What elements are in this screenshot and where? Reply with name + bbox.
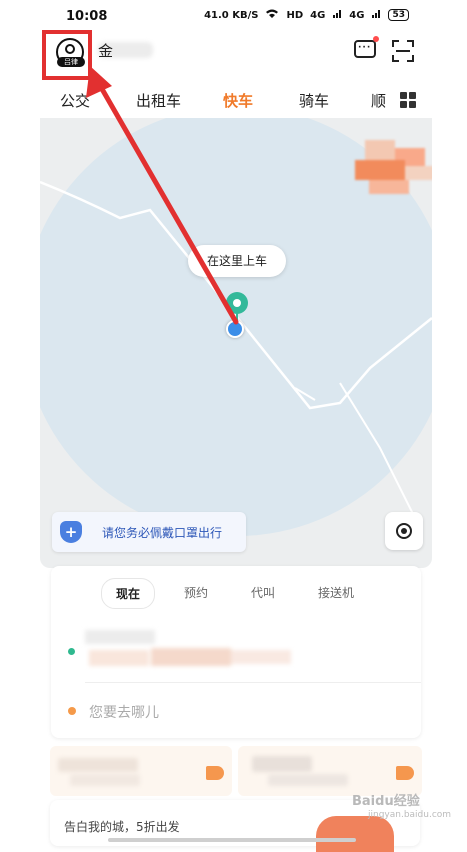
mask-notice-banner[interactable]: + 请您务必佩戴口罩出行: [52, 512, 246, 552]
start-location-field[interactable]: [85, 630, 305, 670]
promo-subtext-blur: [70, 774, 140, 786]
scan-icon[interactable]: [392, 40, 414, 62]
wifi-icon: [265, 8, 279, 22]
promo-card-right[interactable]: [238, 746, 422, 796]
promo-card-left[interactable]: [50, 746, 232, 796]
message-dots: ···: [358, 43, 372, 53]
tab-express[interactable]: 快车: [223, 90, 253, 111]
network-speed: 41.0 KB/S: [204, 9, 259, 21]
tab-carpool[interactable]: 顺: [371, 90, 386, 111]
status-bar: 10:08 41.0 KB/S HD 4G 4G 53: [0, 0, 467, 34]
start-point-icon: [68, 648, 75, 655]
tab-bike[interactable]: 骑车: [299, 90, 329, 111]
mode-reserve[interactable]: 预约: [184, 584, 208, 601]
field-divider: [85, 682, 421, 683]
tab-taxi[interactable]: 出租车: [136, 90, 181, 111]
pickup-pin-center: [233, 299, 241, 307]
destination-point-icon: [68, 707, 76, 715]
signal-4g-label: 4G: [310, 9, 326, 21]
signal-4g-label-2: 4G: [349, 9, 365, 21]
promo-subtext-blur: [268, 774, 348, 786]
tab-bus[interactable]: 公交: [60, 90, 90, 111]
status-time: 10:08: [66, 9, 108, 24]
booking-card: 现在 预约 代叫 接送机 您要去哪儿: [51, 566, 421, 738]
home-indicator[interactable]: [108, 838, 356, 842]
bottom-banner-image: [316, 816, 394, 852]
grid-menu-icon[interactable]: [400, 92, 416, 108]
signal-icon-2: [371, 9, 381, 22]
shield-icon: +: [60, 521, 82, 543]
locate-icon-core: [401, 528, 407, 534]
watermark-brand: Baidu经验: [352, 794, 420, 809]
service-tabs: 公交 出租车 快车 骑车 顺: [0, 84, 467, 118]
status-indicators: 41.0 KB/S HD 4G 4G 53: [204, 8, 409, 22]
avatar-tag: 吕律: [57, 57, 85, 67]
mode-airport-transfer[interactable]: 接送机: [318, 584, 354, 601]
locate-button[interactable]: [385, 512, 423, 550]
watermark-url: jingyan.baidu.com: [368, 810, 452, 820]
destination-input[interactable]: 您要去哪儿: [89, 702, 159, 722]
pickup-label-bubble[interactable]: 在这里上车: [188, 245, 286, 277]
map-view[interactable]: 在这里上车 + 请您务必佩戴口罩出行: [40, 118, 432, 568]
megaphone-icon: [206, 766, 224, 780]
username[interactable]: 金: [98, 40, 113, 61]
avatar-person-icon: [65, 44, 75, 54]
mode-call-for-others[interactable]: 代叫: [251, 584, 275, 601]
mask-notice-text: 请您务必佩戴口罩出行: [102, 526, 223, 540]
promo-text-blur: [58, 758, 138, 772]
unread-dot: [373, 36, 379, 42]
bottom-banner-text: 告白我的城，5折出发: [64, 820, 180, 834]
hd-label: HD: [286, 9, 304, 21]
megaphone-icon: [396, 766, 414, 780]
mode-now[interactable]: 现在: [101, 578, 156, 609]
map-promo-image[interactable]: [355, 140, 432, 196]
current-location-icon: [226, 320, 244, 338]
signal-icon: [332, 9, 342, 22]
battery-icon: 53: [388, 9, 409, 21]
promo-text-blur: [252, 756, 312, 772]
